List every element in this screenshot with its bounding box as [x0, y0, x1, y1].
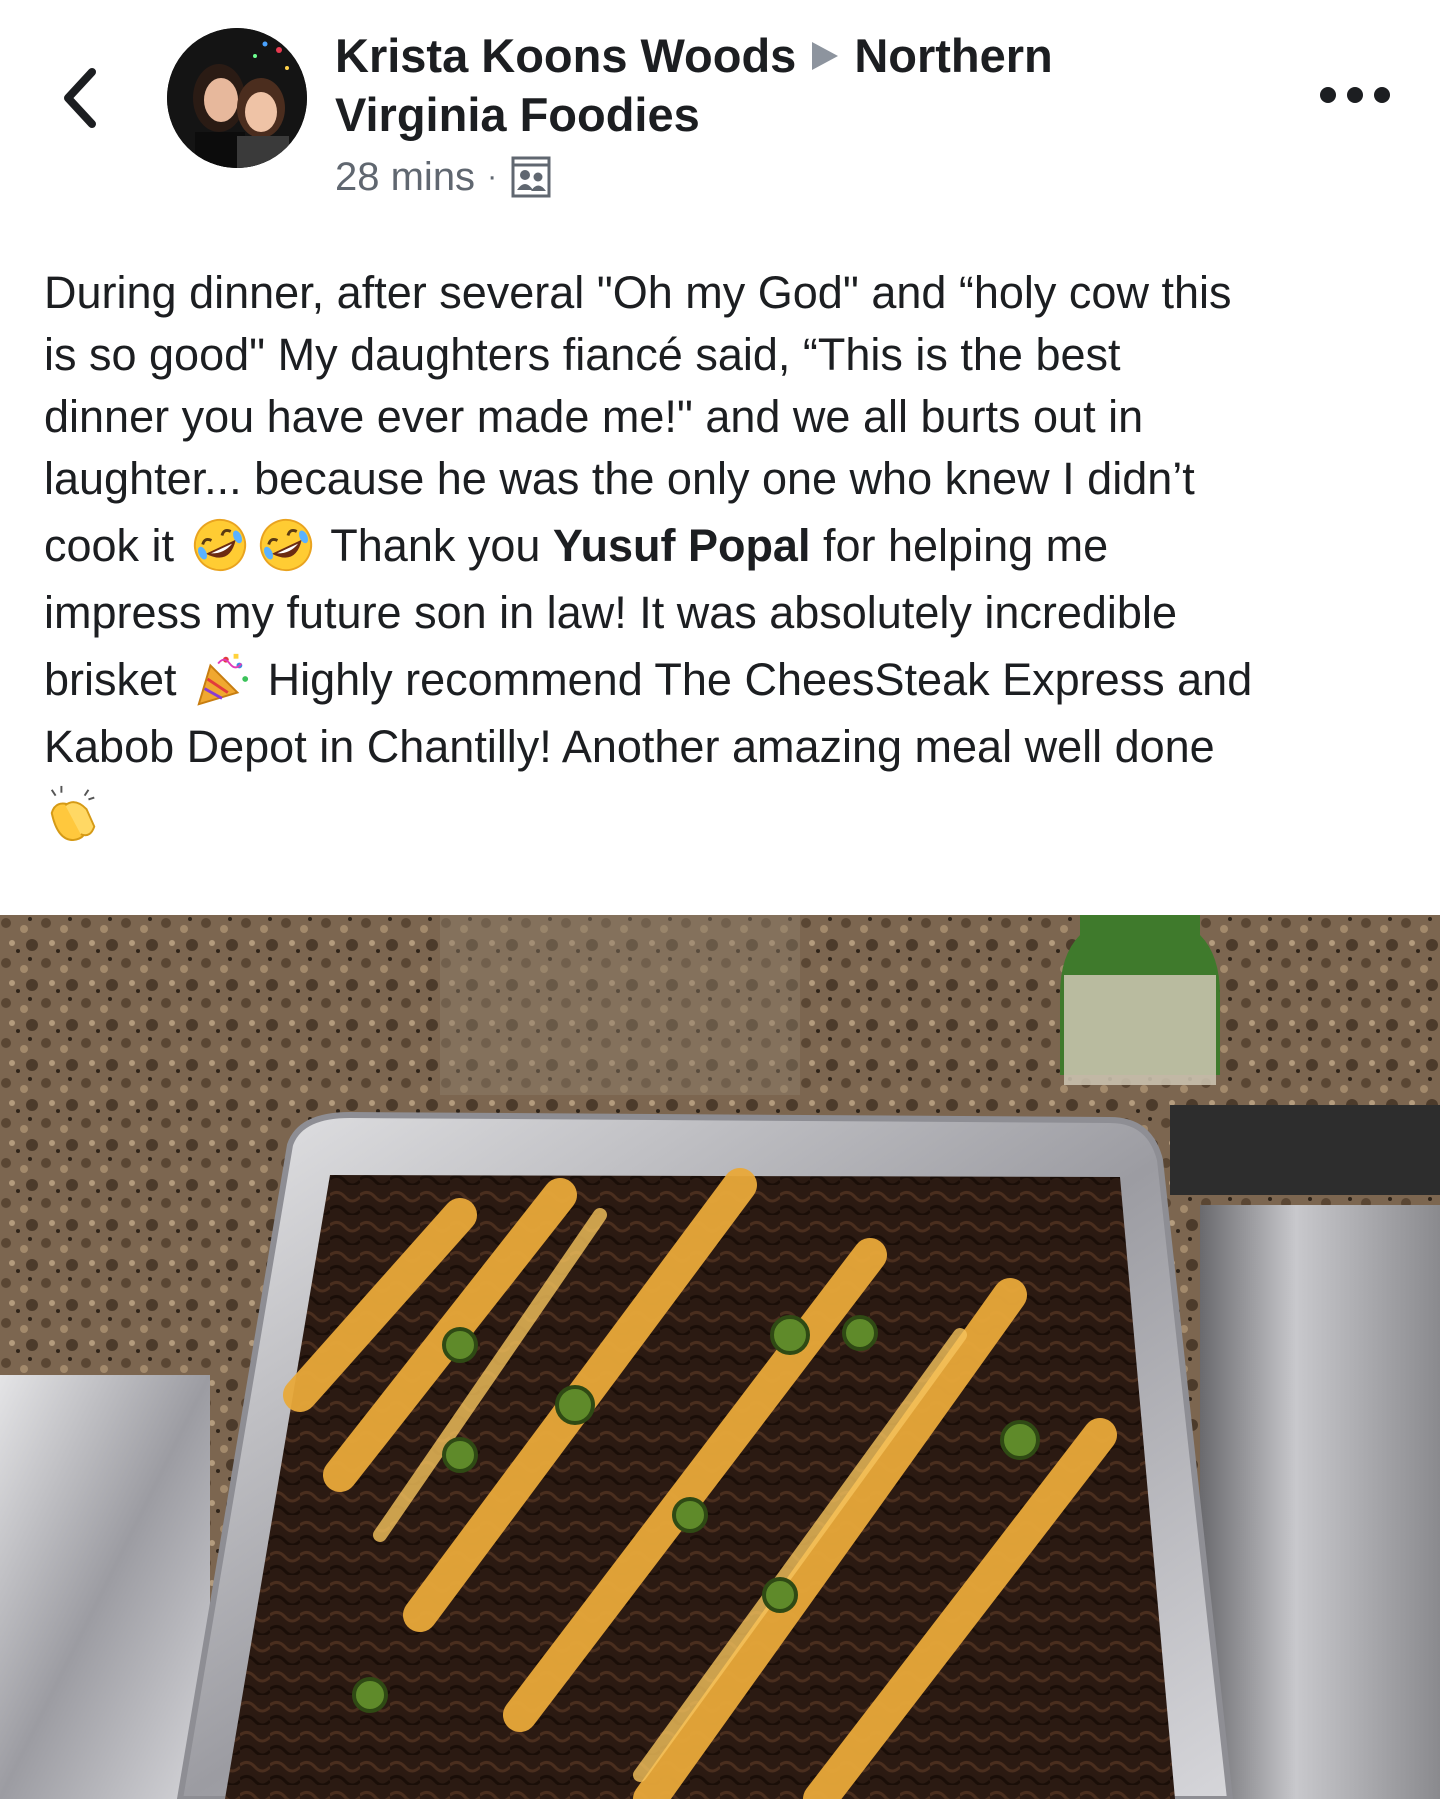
post-screen: Krista Koons Woods Northern Virginia Foodi…: [0, 0, 1440, 1799]
post-text-line: laughter... because he was the only one …: [44, 453, 1195, 504]
more-options-icon: [1347, 87, 1363, 103]
post-text-line: dinner you have ever made me!" and we al…: [44, 391, 1144, 442]
post-text-fragment: brisket: [44, 654, 177, 705]
brisket-tray-photo[interactable]: [0, 915, 1440, 1799]
post-text-fragment: Highly recommend The CheesSteak Express …: [267, 654, 1253, 705]
mention-link[interactable]: Yusuf Popal: [553, 520, 811, 571]
more-options-button[interactable]: [1320, 78, 1390, 112]
post-text-line: impress my future son in law! It was abs…: [44, 587, 1177, 638]
post-text-line: During dinner, after several "Oh my God"…: [44, 267, 1232, 318]
chevron-left-icon: [64, 68, 96, 128]
rolling-on-floor-laughing-emoji: [259, 519, 312, 572]
group-name-part2: Virginia Foodies: [335, 88, 700, 141]
avatar[interactable]: [167, 28, 307, 168]
post-text-line: brisket Highly recommend The CheesSteak …: [44, 644, 1414, 716]
author-name-link[interactable]: Krista Koons Woods: [335, 29, 796, 82]
post-timestamp[interactable]: 28 mins: [335, 155, 475, 200]
more-options-icon: [1320, 87, 1336, 103]
group-audience-icon[interactable]: [511, 156, 551, 198]
post-text-line: is so good" My daughters fiancé said, “T…: [44, 329, 1121, 380]
meta-separator: ·: [487, 160, 498, 193]
party-popper-emoji: [197, 653, 249, 706]
clapping-hands-emoji: [50, 786, 96, 842]
post-text-line: [44, 778, 1414, 850]
rolling-on-floor-laughing-emoji: [193, 519, 246, 572]
back-button[interactable]: [50, 58, 110, 138]
arrow-right-icon: [812, 41, 839, 70]
brisket-tray-image: [0, 915, 1440, 1799]
post-meta: 28 mins ·: [335, 152, 551, 202]
post-text-fragment: cook it: [44, 520, 175, 571]
post-text-fragment: Thank you: [330, 520, 541, 571]
more-options-icon: [1374, 87, 1390, 103]
avatar-photo: [167, 28, 307, 168]
post-header-title: Krista Koons Woods Northern Virginia Foodi…: [335, 26, 1195, 144]
post-text-line: Kabob Depot in Chantilly! Another amazin…: [44, 721, 1215, 772]
group-name-part1: Northern: [854, 29, 1053, 82]
post-text-fragment: for helping me: [822, 520, 1109, 571]
post-text-line: cook it Thank you Yusuf Popal for helpin…: [44, 510, 1414, 582]
post-body: During dinner, after several "Oh my God"…: [44, 262, 1414, 850]
